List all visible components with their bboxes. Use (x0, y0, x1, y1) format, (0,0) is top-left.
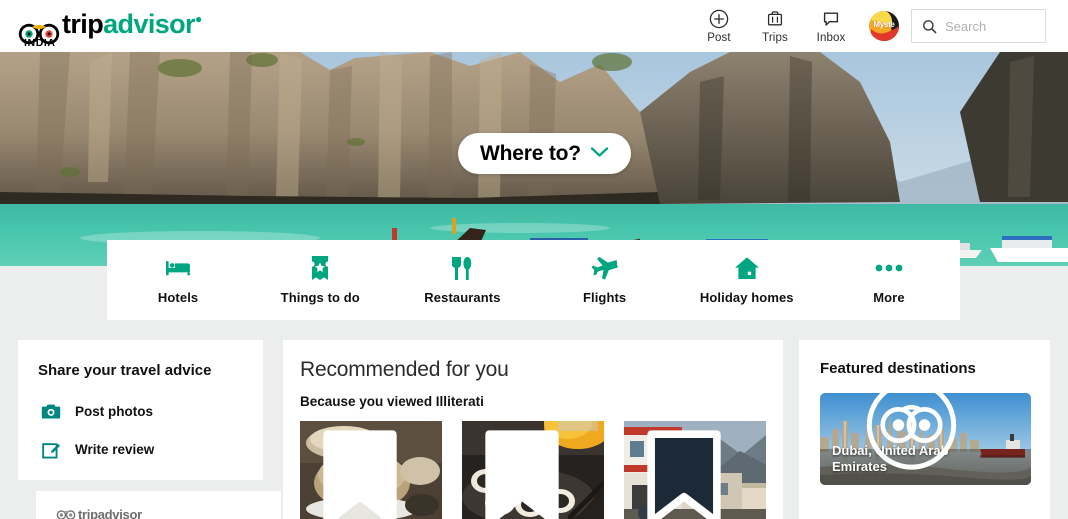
write-review-icon (40, 440, 62, 459)
category-hotels[interactable]: Hotels (107, 240, 249, 320)
featured-destinations-title: Featured destinations (820, 360, 976, 377)
search-input[interactable] (945, 18, 1035, 34)
category-nav: Hotels Things to do Restaurants Flights … (107, 240, 960, 320)
site-header: tripadvisor● INDIA Post Trips Inbox Myst… (0, 0, 1068, 52)
category-restaurants-label: Restaurants (424, 290, 501, 305)
footer-mini-card: tripadvisor (36, 491, 281, 519)
header-trips-button[interactable]: Trips (750, 8, 800, 44)
mini-logo[interactable]: tripadvisor (56, 507, 281, 519)
avatar-username: Myste (873, 20, 895, 29)
ticket-star-icon (309, 255, 331, 281)
category-holiday-homes[interactable]: Holiday homes (676, 240, 818, 320)
header-inbox-label: Inbox (816, 32, 846, 44)
header-post-label: Post (707, 32, 731, 44)
search-box[interactable] (911, 9, 1046, 43)
left-sidebar: Share your travel advice Post photos Wri… (18, 340, 281, 519)
share-advice-title: Share your travel advice (38, 362, 212, 379)
camera-icon (40, 403, 62, 420)
where-to-label: Where to? (480, 141, 581, 165)
suitcase-icon (765, 8, 785, 29)
chevron-down-icon (590, 145, 609, 163)
category-restaurants[interactable]: Restaurants (391, 240, 533, 320)
recommended-title: Recommended for you (300, 358, 509, 381)
header-actions: Post Trips Inbox Myste Search (691, 8, 1046, 44)
post-photos-action[interactable]: Post photos (40, 403, 263, 420)
post-photos-label: Post photos (75, 404, 153, 419)
logo-wordmark: tripadvisor● (62, 6, 202, 37)
bookmark-icon[interactable] (624, 429, 755, 519)
recommended-card[interactable] (300, 421, 442, 519)
category-more-label: More (873, 290, 905, 305)
content-area: Share your travel advice Post photos Wri… (0, 340, 1068, 519)
logo-registered-dot: ● (194, 11, 202, 26)
header-post-button[interactable]: Post (694, 8, 744, 44)
recommended-card[interactable] (624, 421, 766, 519)
bookmark-icon[interactable] (300, 429, 431, 519)
chat-bubble-icon (821, 8, 841, 29)
recommended-subtitle: Because you viewed Illiterati (300, 394, 484, 409)
share-travel-advice-card: Share your travel advice Post photos Wri… (18, 340, 263, 480)
mini-logo-text: tripadvisor (78, 507, 142, 519)
recommended-card[interactable] (462, 421, 604, 519)
bed-icon (165, 255, 191, 281)
house-icon (734, 255, 760, 281)
ellipsis-icon (875, 255, 903, 281)
fork-knife-icon (450, 255, 474, 281)
destination-card-dubai[interactable]: Dubai, United Arab Emirates (820, 393, 1031, 485)
category-flights-label: Flights (582, 290, 627, 305)
write-review-action[interactable]: Write review (40, 440, 263, 459)
category-things-to-do[interactable]: Things to do (249, 240, 391, 320)
header-inbox-button[interactable]: Inbox (806, 8, 856, 44)
logo-advisor: advisor (103, 8, 195, 39)
logo-trip: trip (62, 8, 104, 39)
plus-circle-icon (709, 8, 729, 29)
site-logo[interactable]: tripadvisor● INDIA (18, 6, 202, 49)
tripadvisor-homepage: tripadvisor● INDIA Post Trips Inbox Myst… (0, 0, 1068, 519)
airplane-icon (591, 255, 619, 281)
recommended-cards (300, 421, 783, 519)
recommended-section: Recommended for you Because you viewed I… (283, 340, 783, 519)
write-review-label: Write review (75, 442, 155, 457)
category-things-to-do-label: Things to do (280, 290, 360, 305)
header-trips-label: Trips (762, 32, 788, 44)
category-more[interactable]: More (818, 240, 960, 320)
tripadvisor-owl-icon (56, 509, 76, 519)
featured-destinations-section: Featured destinations Dubai, United Arab… (799, 340, 1050, 519)
where-to-search-button[interactable]: Where to? (458, 133, 631, 174)
category-flights[interactable]: Flights (534, 240, 676, 320)
category-hotels-label: Hotels (157, 290, 199, 305)
search-icon (922, 19, 937, 34)
category-holiday-homes-label: Holiday homes (699, 290, 794, 305)
bookmark-icon[interactable] (462, 429, 593, 519)
avatar[interactable]: Myste (869, 11, 899, 41)
tripadvisor-owl-badge-icon (820, 393, 1017, 471)
